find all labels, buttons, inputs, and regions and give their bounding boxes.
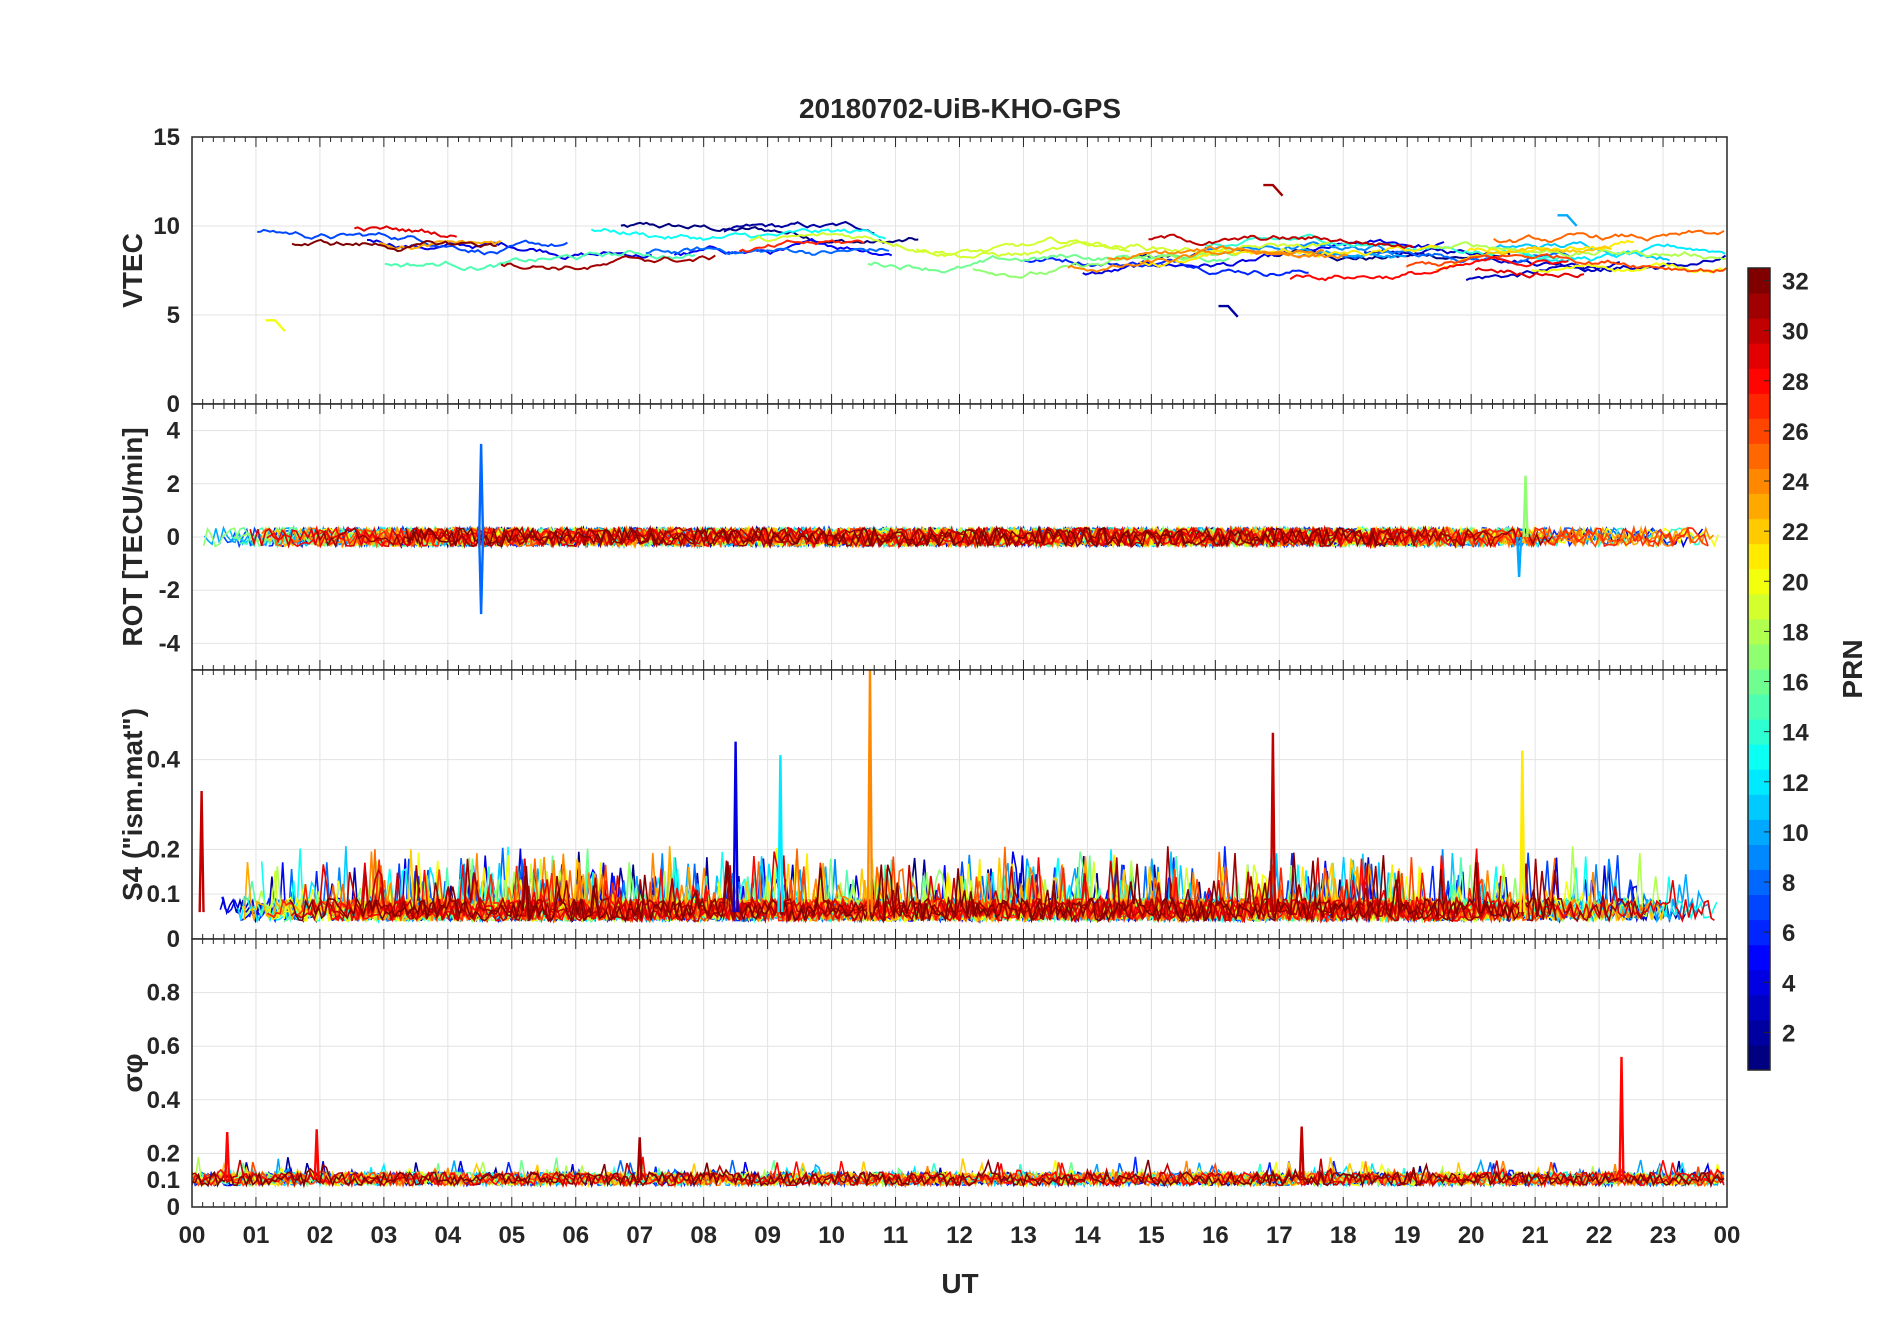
colorbar-tick-label: 10 [1782,820,1809,847]
y-tick-label: 0.8 [147,980,180,1007]
x-tick-label: 21 [1522,1222,1549,1249]
x-tick-label: 18 [1330,1222,1357,1249]
y-tick-label: 0 [167,391,180,418]
y-tick-label: 15 [153,124,180,151]
y-tick-label: 0 [167,524,180,551]
x-tick-label: 06 [562,1222,589,1249]
y-tick-label: 2 [167,471,180,498]
colorbar-segment [1748,643,1770,670]
x-tick-labels: 00 01 02 03 04 05 06 07 08 09 10 11 12 13 14 15 16 17 18 19… [179,1222,1741,1249]
colorbar-tick-label: 14 [1782,720,1809,747]
x-tick-label: 02 [307,1222,334,1249]
panel-s4: 0 0.1 0.2 0.4S4 ("ism.mat") [117,669,1728,953]
y-axis-label: S4 ("ism.mat") [117,708,148,901]
colorbar-tick-label: 20 [1782,569,1809,596]
colorbar-tick-label: 4 [1782,970,1796,997]
panel-vtec: 0 5 10 15 VTEC [117,124,1728,418]
colorbar-tick-label: 26 [1782,419,1809,446]
x-tick-label: 14 [1074,1222,1101,1249]
colorbar-tick-label: 28 [1782,369,1809,396]
y-axis-label: σφ [117,1053,148,1092]
y-tick-label: 0.6 [147,1033,180,1060]
x-tick-label: 13 [1010,1222,1037,1249]
y-tick-label: -2 [159,577,180,604]
colorbar-tick-label: 6 [1782,920,1795,947]
y-tick-label: -4 [159,630,181,657]
colorbar-tick-label: 24 [1782,469,1809,496]
colorbar-segment [1748,593,1770,620]
colorbar-segment [1748,844,1770,870]
colorbar-tick-label: 2 [1782,1020,1795,1047]
x-tick-label: 05 [498,1222,525,1249]
y-tick-label: 5 [167,302,180,329]
colorbar-segment [1748,293,1770,319]
y-tick-label: 0.1 [147,881,180,908]
colorbar-segment [1748,694,1770,720]
colorbar-tick-label: 22 [1782,519,1809,546]
y-tick-label: 0.1 [147,1167,180,1194]
colorbar-segment [1748,794,1770,820]
panel-rot: -4 -2 0 2 4 ROT [TECU/min] [117,403,1728,671]
x-tick-label: 08 [690,1222,717,1249]
x-tick-label: 16 [1202,1222,1229,1249]
y-axis-label: VTEC [117,233,148,308]
colorbar-segment [1748,894,1770,921]
x-axis-label: UT [941,1268,978,1299]
x-tick-label: 22 [1586,1222,1613,1249]
x-tick-label: 07 [626,1222,653,1249]
colorbar-label: PRN [1837,639,1868,698]
y-tick-label: 10 [153,213,180,240]
y-axis-label: ROT [TECU/min] [117,427,148,646]
y-tick-label: 0.2 [147,836,180,863]
chart-title: 20180702-UiB-KHO-GPS [799,93,1121,124]
x-tick-label: 01 [243,1222,270,1249]
colorbar-segment [1748,543,1770,570]
x-tick-label: 11 [883,1222,908,1249]
x-tick-label: 09 [754,1222,781,1249]
x-tick-label: 17 [1266,1222,1293,1249]
x-tick-label: 19 [1394,1222,1421,1249]
y-tick-label: 0 [167,926,180,953]
colorbar-tick-label: 18 [1782,619,1809,646]
x-tick-label: 10 [818,1222,845,1249]
y-tick-label: 0.4 [147,1087,181,1114]
colorbar: 2468101214161820222426283032PRN [1747,267,1868,1071]
y-tick-label: 0 [167,1194,180,1221]
colorbar-tick-label: 8 [1782,870,1795,897]
colorbar-segment [1748,393,1770,419]
panel-sigma-phi: 00.10.2 0.4 0.6 0.8 σφ [117,938,1728,1221]
colorbar-segment [1748,994,1770,1021]
y-tick-label: 0.2 [147,1140,180,1167]
colorbar-segment [1748,1044,1770,1071]
x-tick-label: 20 [1458,1222,1485,1249]
colorbar-tick-label: 16 [1782,670,1809,697]
y-tick-label: 0.4 [147,747,181,774]
colorbar-segment [1748,443,1770,469]
x-tick-label: 23 [1650,1222,1677,1249]
x-tick-label: 12 [946,1222,973,1249]
y-tick-label: 4 [167,418,181,445]
colorbar-tick-label: 12 [1782,770,1809,797]
x-tick-label: 00 [1714,1222,1741,1249]
x-tick-label: 15 [1138,1222,1165,1249]
x-tick-label: 00 [179,1222,206,1249]
colorbar-segment [1748,343,1770,369]
colorbar-tick-label: 32 [1782,269,1809,296]
x-tick-label: 03 [371,1222,398,1249]
colorbar-segment [1748,493,1770,520]
x-tick-label: 04 [434,1222,461,1249]
colorbar-tick-label: 30 [1782,319,1809,346]
figure: 20180702-UiB-KHO-GPS 051015VTEC -4-2024R… [117,93,1868,1299]
colorbar-segment [1748,744,1770,770]
colorbar-segment [1748,944,1770,971]
